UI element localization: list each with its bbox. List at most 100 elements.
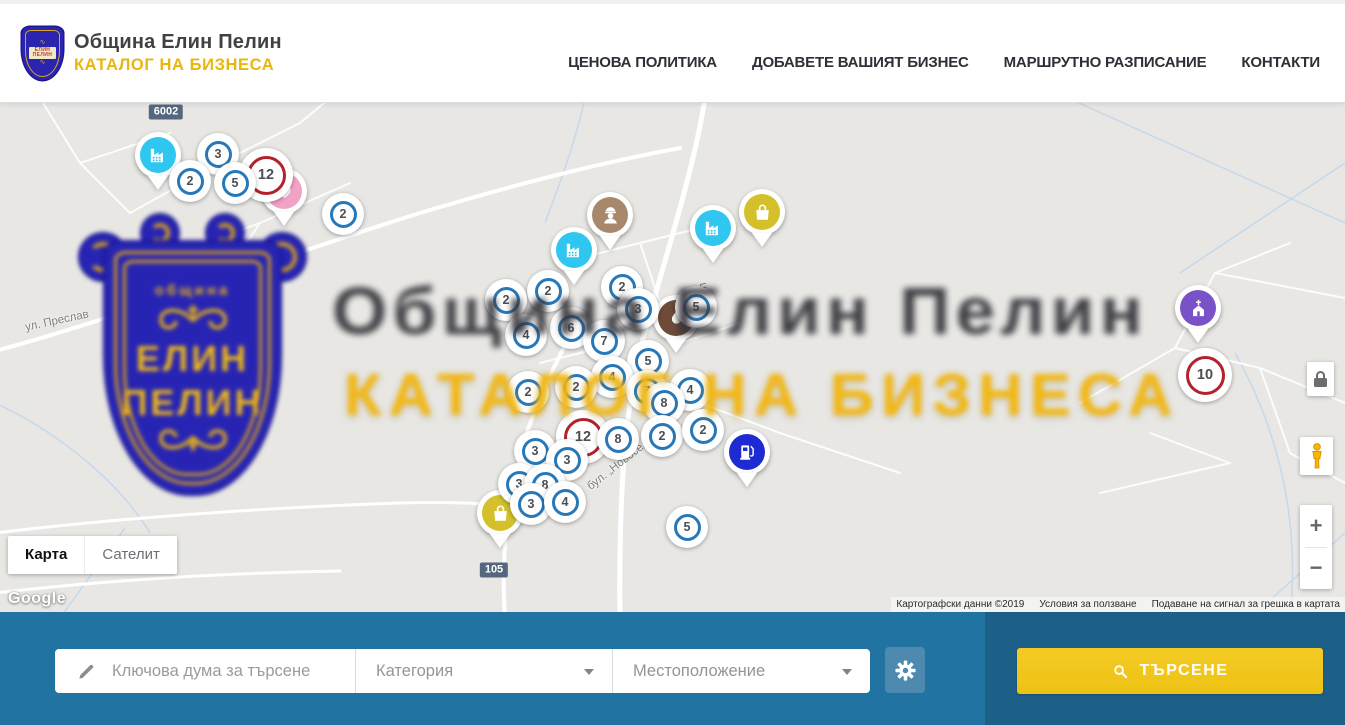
cluster-count: 5	[645, 354, 652, 368]
search-submit-button[interactable]: ТЪРСЕНЕ	[1017, 648, 1323, 694]
cluster-marker[interactable]: 10	[1178, 348, 1232, 402]
cluster-marker[interactable]: 2	[682, 409, 724, 451]
shield-ornament: ∿	[40, 40, 46, 46]
site-subtitle: КАТАЛОГ НА БИЗНЕСА	[74, 56, 282, 75]
lock-icon	[1316, 371, 1325, 378]
map-canvas[interactable]: 6002105ул. Преславбул. „Новоселци 221232…	[0, 103, 1345, 612]
advanced-search-button[interactable]	[885, 647, 925, 693]
cluster-count: 2	[545, 284, 552, 298]
cluster-marker[interactable]: 5	[214, 162, 256, 204]
cluster-ring: 5	[674, 514, 701, 541]
cluster-ring: 8	[605, 426, 632, 453]
cluster-ring: 4	[552, 489, 579, 516]
cluster-ring: 3	[625, 296, 652, 323]
cluster-marker[interactable]: 2	[169, 160, 211, 202]
map-copyright: Картографски данни ©2019	[896, 599, 1024, 610]
cluster-count: 4	[562, 495, 569, 509]
category-marker-shopping[interactable]	[739, 189, 785, 235]
shield-text: ПЕЛИН	[29, 53, 56, 58]
map-type-satellite-button[interactable]: Сателит	[84, 536, 177, 574]
cluster-marker[interactable]: 3	[617, 288, 659, 330]
map-type-map-button[interactable]: Карта	[8, 536, 84, 574]
cluster-count: 6	[568, 321, 575, 335]
worker-icon	[592, 197, 628, 233]
fuel-icon	[729, 434, 765, 470]
category-marker-factory[interactable]	[690, 205, 736, 251]
report-error-link[interactable]: Подаване на сигнал за грешка в картата	[1152, 599, 1340, 610]
cluster-ring: 5	[683, 294, 710, 321]
gear-icon	[895, 660, 916, 681]
factory-icon	[140, 137, 176, 173]
zoom-control: + −	[1300, 505, 1332, 589]
cluster-count: 4	[609, 370, 616, 384]
keyword-field-wrapper	[55, 649, 355, 693]
cluster-marker[interactable]: 2	[555, 366, 597, 408]
category-marker-church[interactable]	[1175, 285, 1221, 331]
cluster-ring: 2	[493, 287, 520, 314]
search-icon	[1112, 663, 1129, 680]
cluster-marker[interactable]: 8	[597, 418, 639, 460]
cluster-count: 2	[340, 207, 347, 221]
chevron-down-icon	[842, 669, 852, 675]
nav-item[interactable]: ЦЕНОВА ПОЛИТИКА	[568, 54, 717, 71]
street-view-pegman-button[interactable]	[1300, 437, 1333, 475]
municipality-shield-icon: ∿ ЕЛИН ПЕЛИН ∿	[22, 27, 63, 80]
cluster-count: 5	[232, 176, 239, 190]
cluster-count: 3	[528, 497, 535, 511]
cluster-count: 3	[635, 302, 642, 316]
scroll-lock-button[interactable]	[1307, 362, 1334, 396]
location-dropdown[interactable]: Местоположение	[612, 649, 870, 693]
cluster-marker[interactable]: 2	[641, 415, 683, 457]
cluster-ring: 8	[651, 390, 678, 417]
search-bar: Категория Местоположение	[0, 612, 1345, 725]
cluster-count: 10	[1197, 367, 1213, 383]
cluster-count: 2	[187, 174, 194, 188]
cluster-ring: 2	[563, 374, 590, 401]
cluster-marker[interactable]: 5	[675, 286, 717, 328]
cluster-ring: 3	[522, 438, 549, 465]
cluster-marker[interactable]: 4	[544, 481, 586, 523]
nav-item[interactable]: МАРШРУТНО РАЗПИСАНИЕ	[1004, 54, 1207, 71]
cluster-count: 4	[687, 383, 694, 397]
cluster-ring: 2	[515, 379, 542, 406]
cluster-marker[interactable]: 7	[583, 320, 625, 362]
site-logo[interactable]: ∿ ЕЛИН ПЕЛИН ∿ Община Елин Пелин КАТАЛОГ…	[22, 27, 282, 80]
cluster-ring: 2	[690, 417, 717, 444]
nav-item[interactable]: ДОБАВЕТЕ ВАШИЯТ БИЗНЕС	[752, 54, 969, 71]
cluster-count: 8	[661, 396, 668, 410]
shopping-bag-icon	[744, 194, 780, 230]
cluster-ring: 2	[330, 201, 357, 228]
category-marker-fuel[interactable]	[724, 429, 770, 475]
cluster-marker[interactable]: 2	[322, 193, 364, 235]
nav-item[interactable]: КОНТАКТИ	[1241, 54, 1320, 71]
church-icon	[1180, 290, 1216, 326]
pegman-icon	[1306, 442, 1328, 470]
cluster-marker[interactable]: 2	[507, 371, 549, 413]
markers-layer: 22123252235467542724812822333834510	[0, 103, 1345, 612]
cluster-marker[interactable]: 4	[505, 314, 547, 356]
cluster-count: 5	[693, 300, 700, 314]
zoom-out-button[interactable]: −	[1300, 548, 1332, 590]
cluster-ring: 6	[558, 315, 585, 342]
cluster-ring: 2	[177, 168, 204, 195]
factory-icon	[556, 232, 592, 268]
keyword-search-input[interactable]	[110, 661, 355, 682]
cluster-count: 7	[601, 334, 608, 348]
google-logo[interactable]: Google	[8, 590, 66, 608]
chevron-down-icon	[584, 669, 594, 675]
category-marker-worker[interactable]	[587, 192, 633, 238]
cluster-marker[interactable]: 2	[527, 270, 569, 312]
search-button-label: ТЪРСЕНЕ	[1140, 662, 1229, 680]
cluster-count: 4	[523, 328, 530, 342]
category-marker-factory[interactable]	[551, 227, 597, 273]
site-title: Община Елин Пелин	[74, 31, 282, 54]
zoom-in-button[interactable]: +	[1300, 505, 1332, 547]
terms-link[interactable]: Условия за ползване	[1039, 599, 1136, 610]
cluster-marker[interactable]: 5	[666, 506, 708, 548]
factory-icon	[695, 210, 731, 246]
search-input-group: Категория Местоположение	[55, 649, 870, 693]
category-dropdown[interactable]: Категория	[355, 649, 612, 693]
cluster-ring: 7	[591, 328, 618, 355]
cluster-count: 3	[215, 147, 222, 161]
header: ∿ ЕЛИН ПЕЛИН ∿ Община Елин Пелин КАТАЛОГ…	[0, 0, 1345, 103]
